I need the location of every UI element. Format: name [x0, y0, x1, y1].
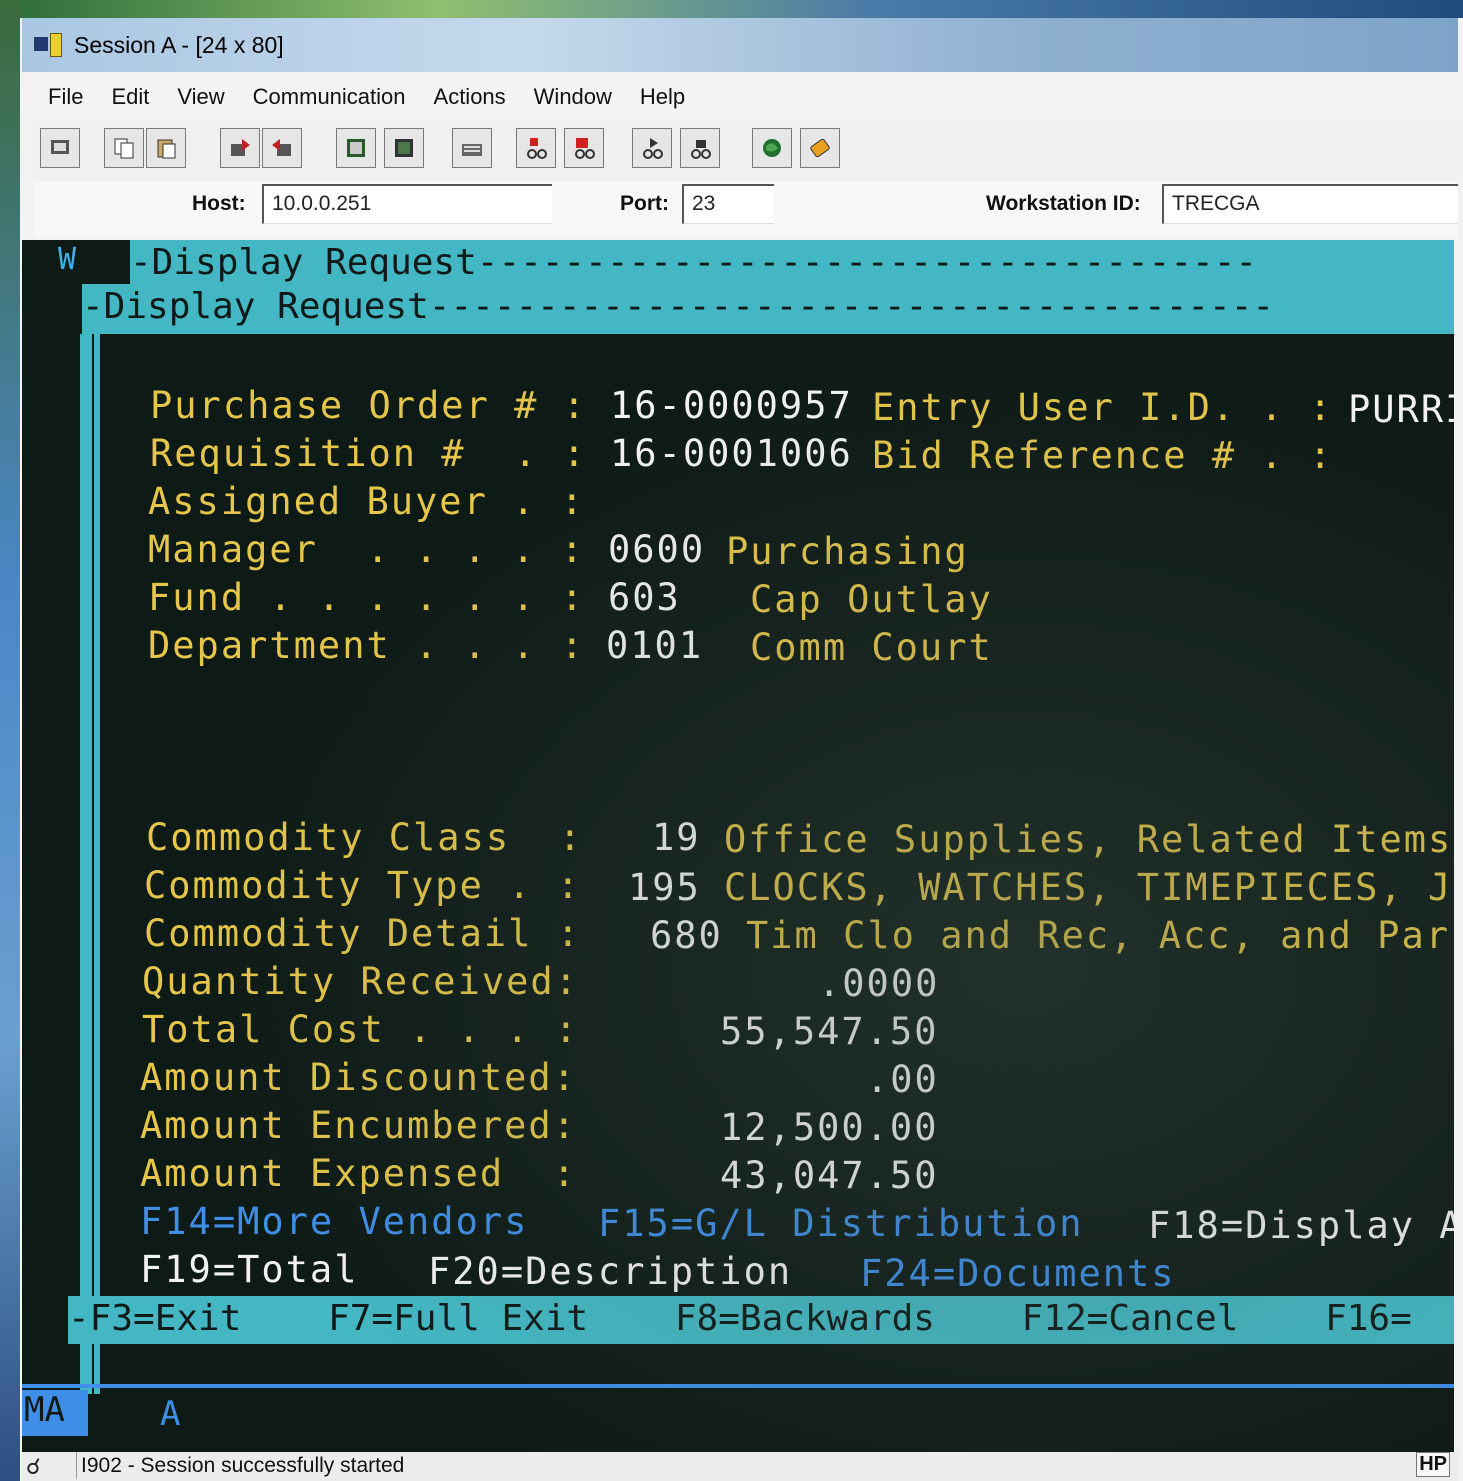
commodity-type-desc: CLOCKS, WATCHES, TIMEPIECES, JE — [724, 866, 1454, 909]
command-key-bar: -F3=Exit F7=Full Exit F8=Backwards F12=C… — [68, 1296, 1454, 1344]
amount-expensed-label: Amount Expensed : — [140, 1152, 577, 1195]
oia-ma-indicator: MA — [22, 1390, 88, 1436]
commodity-class-label: Commodity Class : — [146, 816, 583, 859]
window-border-left-inner — [94, 334, 100, 1394]
fund-label: Fund . . . . . . : — [148, 576, 585, 619]
po-value: 16-0000957 — [610, 384, 853, 427]
buyer-label: Assigned Buyer . : — [148, 480, 585, 523]
host-label: Host: — [192, 192, 246, 215]
qty-received-value: .0000 — [818, 962, 940, 1005]
connection-icon: ☌ — [26, 1454, 41, 1479]
macro2-icon[interactable] — [384, 128, 424, 168]
menu-help[interactable]: Help — [626, 84, 699, 110]
commodity-type-label: Commodity Type . : — [144, 864, 581, 907]
oia-a-indicator: A — [160, 1394, 181, 1434]
desktop-strip-top — [0, 0, 1463, 18]
menu-communication[interactable]: Communication — [239, 84, 420, 110]
macro-icon[interactable] — [336, 128, 376, 168]
menu-window[interactable]: Window — [520, 84, 626, 110]
dept-label: Department . . . : — [148, 624, 585, 667]
total-cost-label: Total Cost . . . : — [142, 1008, 579, 1051]
fund-code: 603 — [608, 576, 681, 619]
record-icon[interactable] — [516, 128, 556, 168]
menu-file[interactable]: File — [34, 84, 97, 110]
commodity-detail-desc: Tim Clo and Rec, Acc, and Par — [746, 914, 1451, 957]
entry-user-label: Entry User I.D. . : — [872, 386, 1334, 429]
fkey-f20[interactable]: F20=Description — [428, 1250, 792, 1293]
inner-window-titlebar: -Display Request------------------------… — [82, 284, 1454, 334]
dept-code: 0101 — [606, 624, 704, 667]
terminal-screen[interactable]: W -Display Request----------------------… — [22, 240, 1454, 1452]
display-icon[interactable] — [40, 128, 80, 168]
oia-separator — [22, 1384, 1454, 1388]
amount-expensed-value: 43,047.50 — [720, 1154, 939, 1197]
key-icon[interactable] — [800, 128, 840, 168]
window-marker: W — [58, 242, 77, 277]
req-value: 16-0001006 — [610, 432, 853, 475]
entry-user-value: PURRI — [1348, 388, 1454, 431]
commodity-class-desc: Office Supplies, Related Items — [724, 818, 1453, 861]
menu-bar: File Edit View Communication Actions Win… — [34, 74, 1458, 120]
send-icon[interactable] — [220, 128, 260, 168]
keyboard-icon[interactable] — [452, 128, 492, 168]
outer-window-title: -Display Request------------------------… — [130, 242, 1258, 283]
outer-window-titlebar: -Display Request------------------------… — [130, 240, 1454, 284]
fkey-f15[interactable]: F15=G/L Distribution — [598, 1202, 1084, 1245]
req-label: Requisition # . : — [150, 432, 587, 475]
po-label: Purchase Order # : — [150, 384, 587, 427]
copy-icon[interactable] — [104, 128, 144, 168]
window-border-left — [80, 334, 92, 1394]
paste-icon[interactable] — [146, 128, 186, 168]
play-icon[interactable] — [632, 128, 672, 168]
desktop-strip-left — [0, 0, 20, 1481]
workstation-field[interactable]: TRECGA — [1162, 184, 1458, 224]
menu-view[interactable]: View — [163, 84, 238, 110]
commodity-class-code: 19 — [652, 816, 701, 859]
host-field[interactable]: 10.0.0.251 — [262, 184, 552, 224]
emulator-app: Session A - [24 x 80] File Edit View Com… — [0, 0, 1463, 1481]
status-bar: ☌ I902 - Session successfully started HP — [22, 1452, 1458, 1481]
commodity-type-code: 195 — [628, 866, 701, 909]
menu-actions[interactable]: Actions — [420, 84, 520, 110]
connection-bar: Host: 10.0.0.251 Port: 23 Workstation ID… — [34, 182, 1458, 238]
manager-desc: Purchasing — [726, 530, 969, 573]
amount-encumbered-value: 12,500.00 — [720, 1106, 939, 1149]
command-keys[interactable]: -F3=Exit F7=Full Exit F8=Backwards F12=C… — [68, 1298, 1412, 1339]
fkey-f14[interactable]: F14=More Vendors — [140, 1200, 528, 1243]
amount-encumbered-label: Amount Encumbered: — [140, 1104, 577, 1147]
window-title: Session A - [24 x 80] — [74, 31, 284, 58]
amount-discounted-label: Amount Discounted: — [140, 1056, 577, 1099]
total-cost-value: 55,547.50 — [720, 1010, 939, 1053]
status-message: I902 - Session successfully started — [76, 1452, 404, 1479]
bid-label: Bid Reference # . : — [872, 434, 1334, 477]
receive-icon[interactable] — [262, 128, 302, 168]
globe-icon[interactable] — [752, 128, 792, 168]
port-label: Port: — [620, 192, 669, 215]
fkey-f19[interactable]: F19=Total — [140, 1248, 358, 1291]
fkey-f18[interactable]: F18=Display A — [1148, 1204, 1454, 1247]
inner-window-title: -Display Request------------------------… — [82, 286, 1275, 327]
manager-code: 0600 — [608, 528, 706, 571]
title-bar: Session A - [24 x 80] — [22, 18, 1458, 72]
app-icon — [34, 33, 68, 57]
dept-desc: Comm Court — [750, 626, 993, 669]
commodity-detail-label: Commodity Detail : — [144, 912, 581, 955]
status-indicator: HP — [1416, 1452, 1450, 1477]
workstation-label: Workstation ID: — [986, 192, 1141, 215]
qty-received-label: Quantity Received: — [142, 960, 579, 1003]
commodity-detail-code: 680 — [650, 914, 723, 957]
amount-discounted-value: .00 — [866, 1058, 939, 1101]
toolbar — [34, 120, 1458, 182]
manager-label: Manager . . . . : — [148, 528, 585, 571]
stop-icon[interactable] — [564, 128, 604, 168]
fkey-f24[interactable]: F24=Documents — [860, 1252, 1176, 1295]
port-field[interactable]: 23 — [682, 184, 774, 224]
play2-icon[interactable] — [680, 128, 720, 168]
menu-edit[interactable]: Edit — [97, 84, 163, 110]
fund-desc: Cap Outlay — [750, 578, 993, 621]
